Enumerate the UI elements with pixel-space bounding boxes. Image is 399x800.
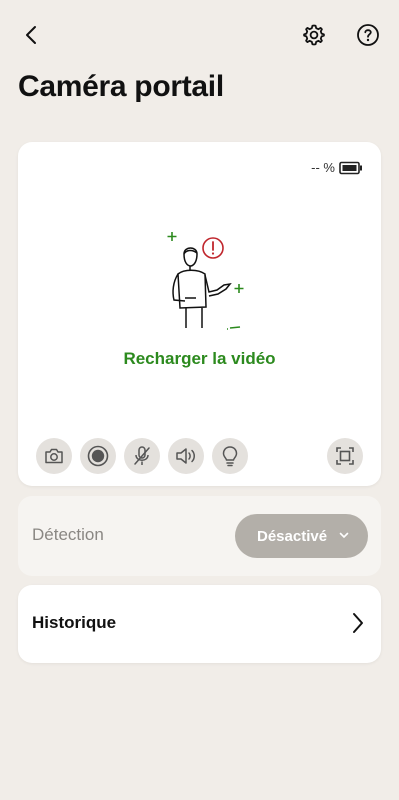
detection-row: Détection Désactivé [18,496,381,576]
back-button[interactable] [14,17,50,53]
page-title: Caméra portail [18,70,224,103]
microphone-button[interactable] [124,438,160,474]
chevron-left-icon [26,26,36,44]
camera-icon [45,448,63,464]
error-illustration [167,232,244,330]
detection-label: Détection [32,525,104,544]
history-row[interactable]: Historique [18,585,381,663]
battery-icon [339,161,362,174]
settings-button[interactable] [296,17,332,53]
fullscreen-icon [336,447,354,465]
speaker-button[interactable] [168,438,204,474]
battery-text: -- % [311,160,335,175]
lightbulb-icon [222,446,238,467]
fullscreen-button[interactable] [327,438,363,474]
chevron-down-icon [339,532,349,539]
detection-value: Désactivé [257,527,328,545]
detection-select[interactable]: Désactivé [235,514,368,558]
gear-icon [303,24,325,46]
battery-status: -- % [311,160,363,175]
snapshot-button[interactable] [36,438,72,474]
help-button[interactable] [350,17,386,53]
reload-video-button[interactable]: Recharger la vidéo [18,349,381,369]
help-circle-icon [357,24,379,46]
video-card: -- % Recharger la vidéo [18,142,381,486]
history-label: Historique [32,613,117,632]
speaker-icon [176,448,195,464]
record-icon [87,445,109,467]
record-button[interactable] [80,438,116,474]
microphone-muted-icon [134,446,150,465]
chevron-right-icon [353,613,363,633]
top-bar [0,0,399,70]
light-button[interactable] [212,438,248,474]
